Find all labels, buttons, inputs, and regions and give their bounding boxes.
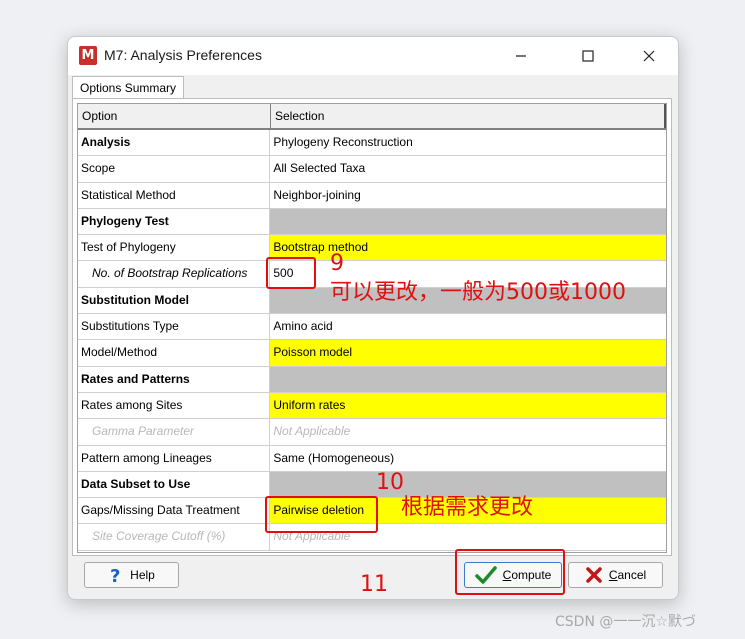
minimize-icon [516,55,526,57]
table-row[interactable]: Scope All Selected Taxa [78,156,666,183]
selection-cell: Not Applicable [273,424,351,439]
table-row[interactable]: Analysis Phylogeny Reconstruction [78,130,666,157]
option-cell: Substitutions Type [78,314,271,340]
table-row[interactable]: Statistical Method Neighbor-joining [78,182,666,209]
cancel-x-icon [585,566,603,584]
maximize-button[interactable] [559,37,617,75]
close-icon [643,50,655,62]
section-header-cell: Substitution Model [78,287,271,314]
table-row[interactable]: Pattern among Lineages Same (Homogeneous) [78,445,666,472]
table-row[interactable]: Substitutions Type Amino acid [78,314,666,341]
section-header-cell: Data Subset to Use [78,471,271,498]
table-row[interactable]: Test of Phylogeny Bootstrap method [78,235,666,262]
title-bar: M M7: Analysis Preferences [68,37,678,75]
selection-cell[interactable]: Phylogeny Reconstruction [270,130,666,155]
csdn-watermark: CSDN @一一沉☆默づ [555,614,696,630]
table-row: Rates and Patterns [78,366,666,393]
grid-header: Option Selection [78,104,666,130]
options-grid: Option Selection Analysis Phylogeny Recon… [77,103,667,553]
annotation-number-9: 9 [330,251,344,276]
mega-app-icon: M [79,46,97,65]
table-row[interactable]: Rates among Sites Uniform rates [78,392,666,420]
annotation-text-10: 根据需求更改 [401,495,534,520]
option-cell: Statistical Method [78,182,271,208]
table-row[interactable]: Model/Method Poisson model [78,340,666,367]
selection-cell[interactable]: Neighbor-joining [270,183,666,208]
cancel-button[interactable]: Cancel [568,562,663,588]
cancel-label: Cancel [608,568,647,582]
selection-cell [270,208,666,235]
option-cell: Site Coverage Cutoff (%) [78,524,271,550]
tab-options-summary[interactable]: Options Summary [72,76,185,99]
column-header-selection[interactable]: Selection [271,104,666,128]
help-button[interactable]: ? Help [84,562,179,588]
annotation-box-gaps [265,496,378,533]
close-button[interactable] [620,37,678,75]
option-cell: No. of Bootstrap Replications [78,261,271,287]
help-label: Help [130,568,155,582]
selection-cell[interactable]: Amino acid [270,314,666,339]
window-title: M7: Analysis Preferences [104,47,262,63]
option-cell: Gaps/Missing Data Treatment [78,498,271,524]
table-row: Phylogeny Test [78,208,666,236]
option-cell: Pattern among Lineages [78,445,271,471]
table-row: Gamma Parameter Not Applicable [78,419,666,446]
section-header-cell: Rates and Patterns [78,366,271,392]
option-cell: Rates among Sites [78,392,271,419]
option-cell: Test of Phylogeny [78,235,271,261]
options-panel: Option Selection Analysis Phylogeny Recon… [72,98,672,556]
maximize-icon [582,50,594,62]
annotation-box-compute [455,549,565,595]
selection-cell[interactable]: Uniform rates [270,392,666,419]
svg-text:?: ? [110,566,120,584]
column-header-option[interactable]: Option [78,104,271,128]
annotation-number-10: 10 [376,470,404,495]
section-header-cell: Phylogeny Test [78,208,271,235]
option-cell: Gamma Parameter [78,419,271,445]
option-cell: Analysis [78,130,271,156]
minimize-button[interactable] [492,37,550,75]
option-cell: Scope [78,156,271,182]
annotation-number-11: 11 [360,572,388,597]
selection-cell[interactable]: Same (Homogeneous) [270,446,666,471]
help-icon: ? [108,566,124,584]
selection-cell [270,366,666,392]
annotation-box-bootstrap [266,257,316,289]
selection-cell[interactable]: Poisson model [270,340,666,366]
selection-cell[interactable]: All Selected Taxa [270,156,666,181]
annotation-text-9: 可以更改，一般为500或1000 [330,280,626,305]
option-cell: Model/Method [78,340,271,366]
table-row: Data Subset to Use [78,471,666,499]
